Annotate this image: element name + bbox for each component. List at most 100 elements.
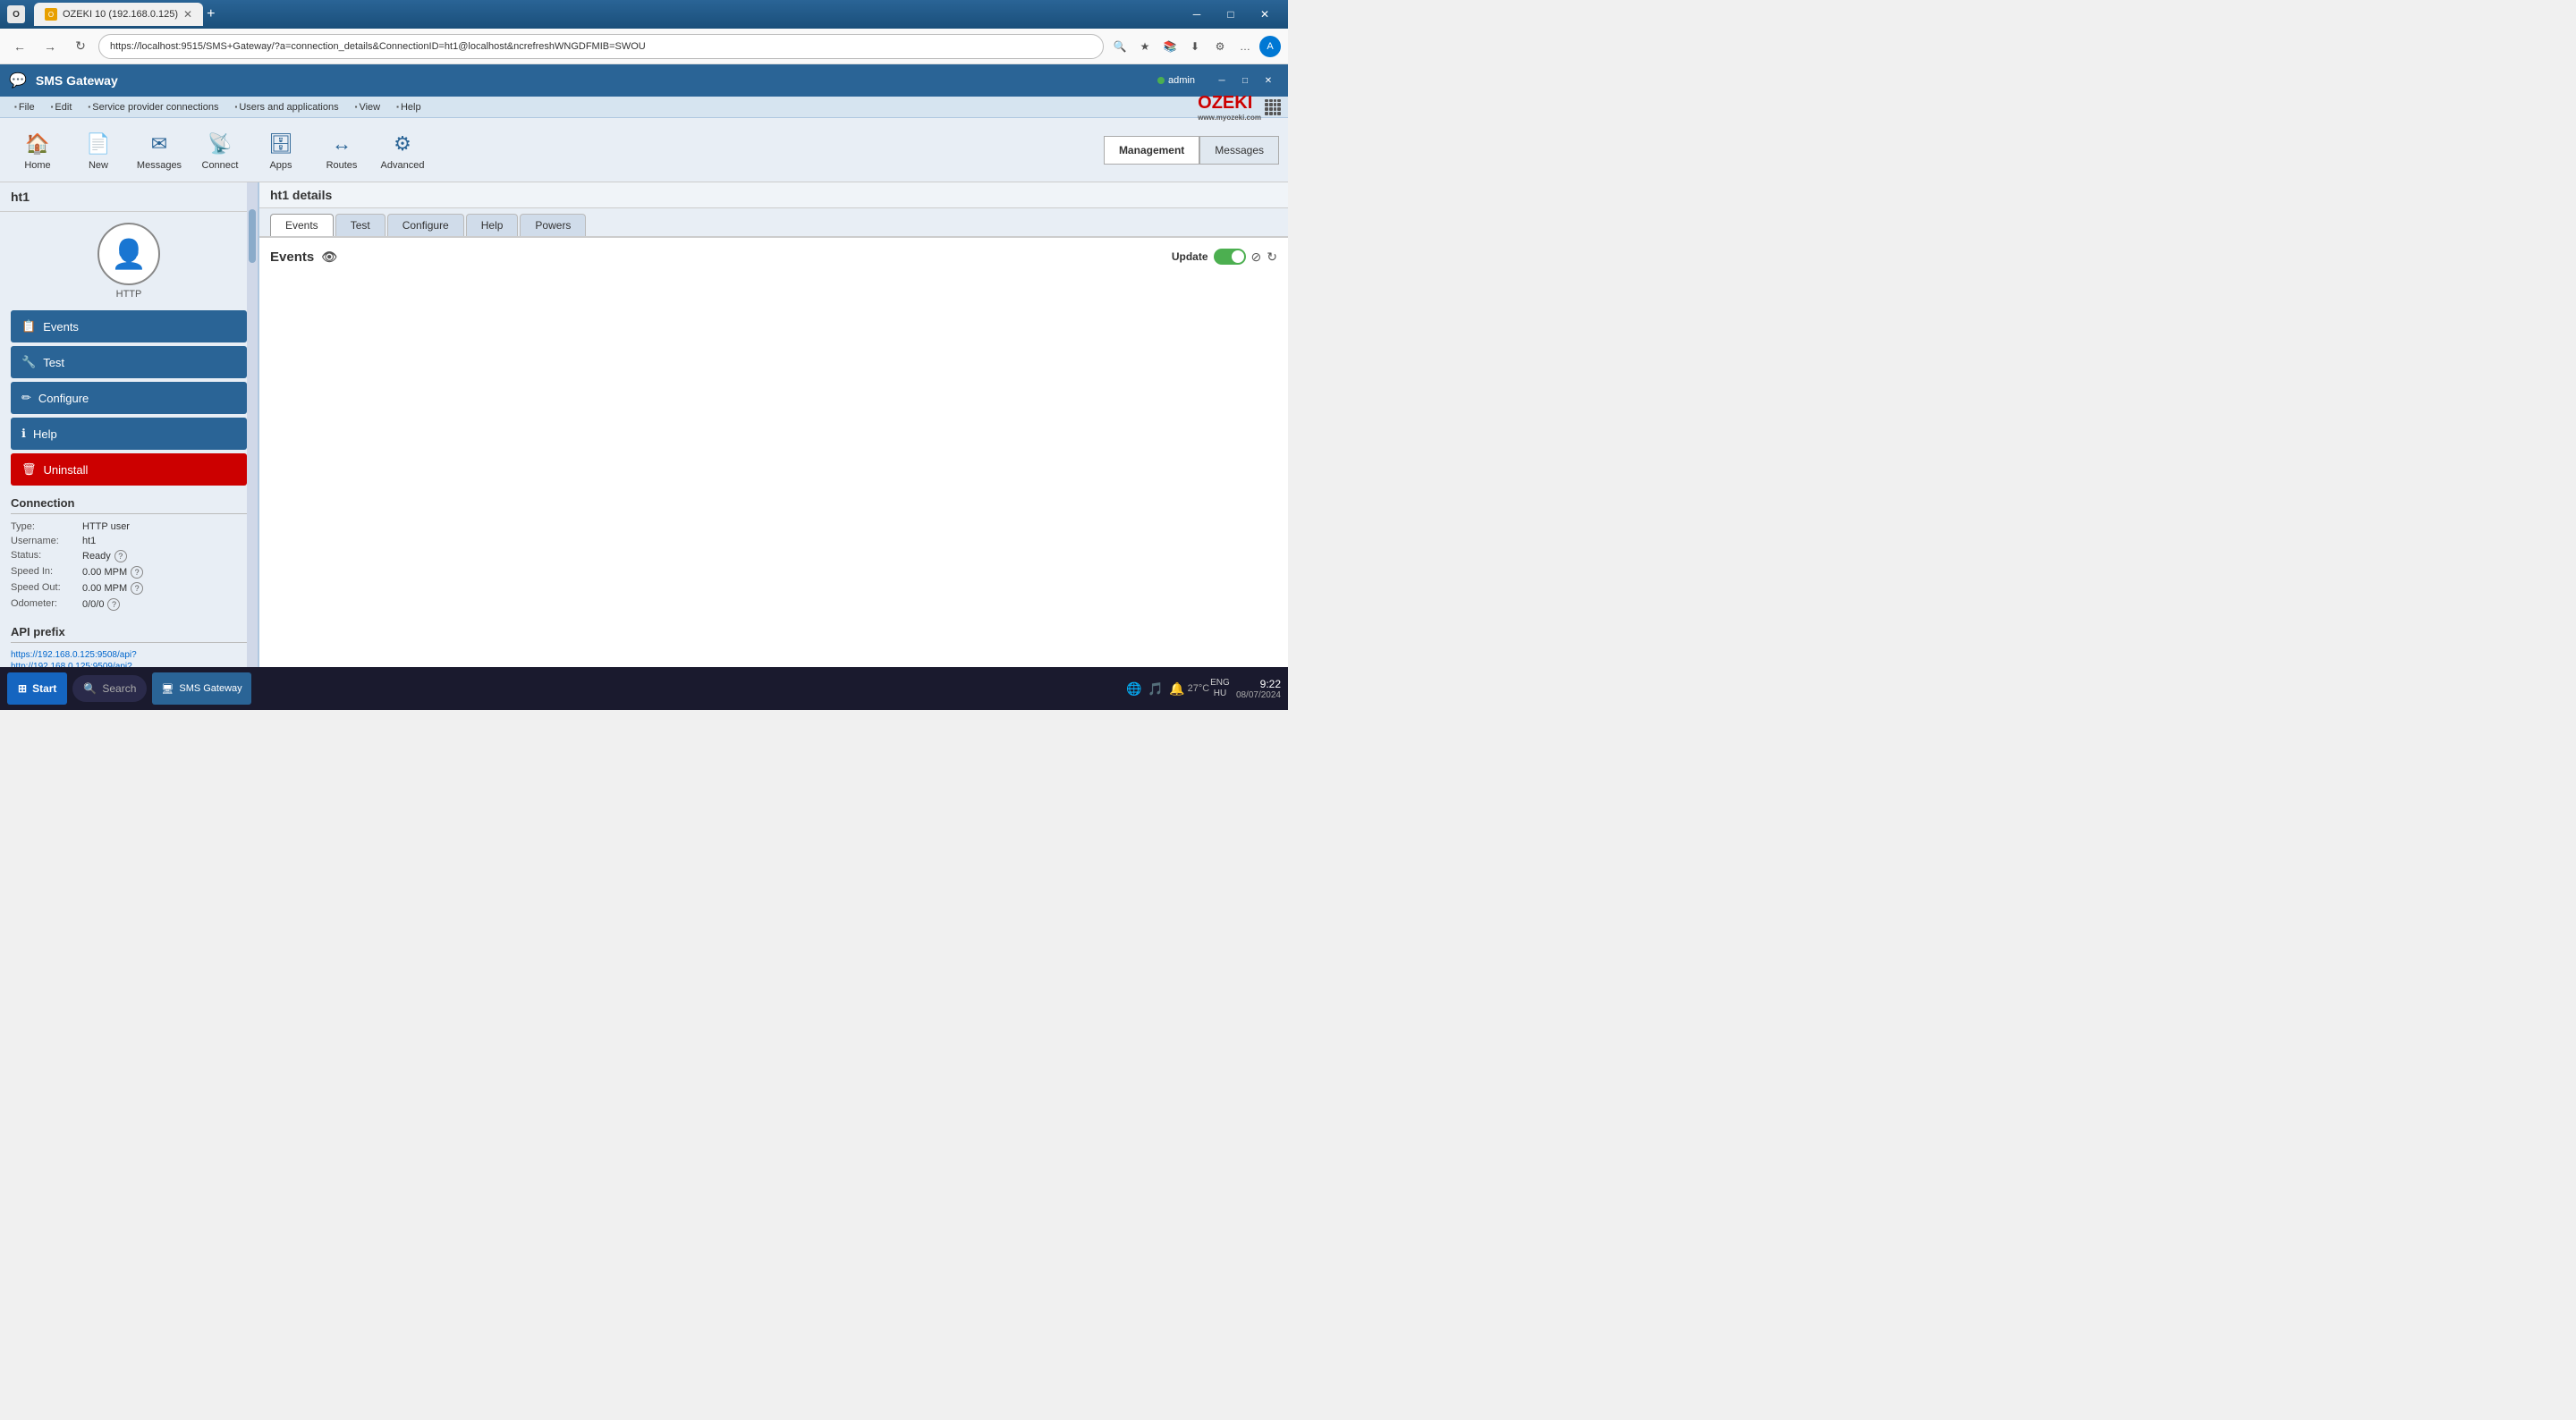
events-button[interactable]: 📋 Events bbox=[11, 310, 247, 342]
help-button[interactable]: ℹ Help bbox=[11, 418, 247, 450]
home-icon: 🏠 bbox=[23, 130, 52, 158]
sidebar-scroll-thumb[interactable] bbox=[249, 209, 256, 263]
status-label: Status: bbox=[11, 550, 82, 561]
status-help-icon[interactable]: ? bbox=[114, 550, 127, 562]
toolbar-new-label: New bbox=[89, 160, 108, 171]
taskbar-search-text: Search bbox=[102, 682, 136, 695]
odometer-help-icon[interactable]: ? bbox=[107, 598, 120, 611]
new-icon: 📄 bbox=[84, 130, 113, 158]
menubar: File Edit Service provider connections U… bbox=[0, 97, 1288, 118]
taskbar-icon-lang[interactable]: ENG HU bbox=[1211, 680, 1229, 697]
tab-test[interactable]: Test bbox=[335, 214, 386, 236]
api-prefix-title: API prefix bbox=[11, 625, 247, 643]
app-restore-button[interactable]: □ bbox=[1234, 72, 1256, 89]
uninstall-button[interactable]: 🗑 Uninstall bbox=[11, 453, 247, 486]
test-button[interactable]: 🔧 Test bbox=[11, 346, 247, 378]
toolbar-advanced-label: Advanced bbox=[381, 160, 425, 171]
configure-button[interactable]: ✏ Configure bbox=[11, 382, 247, 414]
connect-icon: 📡 bbox=[206, 130, 234, 158]
back-button[interactable]: ← bbox=[7, 34, 32, 59]
status-value: Ready ? bbox=[82, 550, 127, 562]
messages-icon: ✉ bbox=[145, 130, 174, 158]
menu-help[interactable]: Help bbox=[389, 100, 428, 114]
toolbar-advanced[interactable]: ⚙ Advanced bbox=[374, 123, 431, 177]
test-btn-icon: 🔧 bbox=[21, 355, 36, 369]
start-button[interactable]: ⊞ Start bbox=[7, 672, 67, 705]
toolbar-new[interactable]: 📄 New bbox=[70, 123, 127, 177]
content-area: ht1 details Events Test Configure Help P… bbox=[259, 182, 1288, 667]
toolbar-apps-label: Apps bbox=[269, 160, 292, 171]
taskbar-system-icons: 🌐 🎵 🔔 27°C ENG HU bbox=[1125, 680, 1229, 697]
sidebar-scrollbar[interactable] bbox=[247, 182, 258, 667]
events-heading: Events bbox=[270, 249, 314, 265]
toolbar-home[interactable]: 🏠 Home bbox=[9, 123, 66, 177]
tab-help[interactable]: Help bbox=[466, 214, 519, 236]
tab-title: OZEKI 10 (192.168.0.125) bbox=[63, 9, 178, 20]
ozeki-logo-text: OZEKI bbox=[1198, 93, 1252, 113]
toolbar-connect[interactable]: 📡 Connect bbox=[191, 123, 249, 177]
reset-icon[interactable]: ⊘ bbox=[1251, 249, 1262, 265]
menu-view[interactable]: View bbox=[348, 100, 388, 114]
routes-icon: ↔ bbox=[327, 130, 356, 158]
taskbar-app-item[interactable]: 🖥 SMS Gateway bbox=[152, 672, 250, 705]
taskbar-icon-weather[interactable]: 27°C bbox=[1190, 680, 1208, 697]
management-button[interactable]: Management bbox=[1104, 136, 1199, 165]
new-tab-button[interactable]: + bbox=[207, 6, 215, 22]
sidebar-header: ht1 bbox=[0, 182, 258, 212]
tab-powers[interactable]: Powers bbox=[520, 214, 586, 236]
toolbar-routes[interactable]: ↔ Routes bbox=[313, 123, 370, 177]
uninstall-btn-icon: 🗑 bbox=[21, 462, 37, 477]
api-link-2[interactable]: http://192.168.0.125:9509/api? bbox=[11, 662, 247, 667]
app-minimize-button[interactable]: ─ bbox=[1211, 72, 1233, 89]
downloads-icon[interactable]: ⬇ bbox=[1184, 36, 1206, 57]
taskbar-icon-1[interactable]: 🌐 bbox=[1125, 680, 1143, 697]
update-toggle[interactable] bbox=[1214, 249, 1246, 265]
connection-title: Connection bbox=[11, 496, 247, 514]
speedin-help-icon[interactable]: ? bbox=[131, 566, 143, 579]
clock-date: 08/07/2024 bbox=[1236, 690, 1281, 700]
url-bar[interactable] bbox=[98, 34, 1104, 59]
close-tab-icon[interactable]: ✕ bbox=[183, 8, 192, 21]
browser-tab[interactable]: O OZEKI 10 (192.168.0.125) ✕ bbox=[34, 3, 203, 26]
menu-service-provider[interactable]: Service provider connections bbox=[80, 100, 225, 114]
favorites-bar-icon[interactable]: 📚 bbox=[1159, 36, 1181, 57]
minimize-button[interactable]: ─ bbox=[1181, 2, 1213, 27]
taskbar-icon-2[interactable]: 🎵 bbox=[1147, 680, 1165, 697]
view-toggle: Management Messages bbox=[1104, 136, 1279, 165]
content-breadcrumb: ht1 details bbox=[259, 182, 1288, 208]
taskbar-search[interactable]: 🔍 Search bbox=[72, 675, 147, 702]
clock-area[interactable]: 9:22 08/07/2024 bbox=[1236, 678, 1281, 700]
search-icon[interactable]: 🔍 bbox=[1109, 36, 1131, 57]
refresh-button[interactable]: ↻ bbox=[68, 34, 93, 59]
close-button[interactable]: ✕ bbox=[1249, 2, 1281, 27]
messages-view-button[interactable]: Messages bbox=[1199, 136, 1279, 165]
tab-configure[interactable]: Configure bbox=[387, 214, 464, 236]
profile-avatar[interactable]: A bbox=[1259, 36, 1281, 57]
test-btn-label: Test bbox=[43, 356, 64, 369]
eye-icon[interactable]: 👁 bbox=[321, 249, 337, 265]
avatar-icon: 👤 bbox=[111, 237, 147, 271]
refresh-icon[interactable]: ↻ bbox=[1267, 249, 1277, 265]
app-close-button[interactable]: ✕ bbox=[1258, 72, 1279, 89]
app: 💬 SMS Gateway admin ─ □ ✕ File Edit Serv… bbox=[0, 64, 1288, 667]
tab-favicon: O bbox=[45, 8, 57, 21]
menu-users-applications[interactable]: Users and applications bbox=[227, 100, 345, 114]
favorites-icon[interactable]: ★ bbox=[1134, 36, 1156, 57]
apps-icon: 🗄 bbox=[267, 130, 295, 158]
forward-button[interactable]: → bbox=[38, 34, 63, 59]
extensions-icon[interactable]: ⚙ bbox=[1209, 36, 1231, 57]
events-content-empty bbox=[270, 275, 1277, 544]
menu-file[interactable]: File bbox=[7, 100, 42, 114]
username-value: ht1 bbox=[82, 536, 96, 546]
uninstall-btn-label: Uninstall bbox=[44, 463, 89, 477]
speedout-help-icon[interactable]: ? bbox=[131, 582, 143, 595]
restore-button[interactable]: □ bbox=[1215, 2, 1247, 27]
edge-menu-icon[interactable]: … bbox=[1234, 36, 1256, 57]
tab-events[interactable]: Events bbox=[270, 214, 334, 236]
sidebar-buttons: 📋 Events 🔧 Test ✏ Configure ℹ Help bbox=[0, 310, 258, 486]
api-link-1[interactable]: https://192.168.0.125:9508/api? bbox=[11, 650, 247, 660]
toolbar-messages[interactable]: ✉ Messages bbox=[131, 123, 188, 177]
taskbar-icon-3[interactable]: 🔔 bbox=[1168, 680, 1186, 697]
toolbar-apps[interactable]: 🗄 Apps bbox=[252, 123, 309, 177]
menu-edit[interactable]: Edit bbox=[44, 100, 80, 114]
